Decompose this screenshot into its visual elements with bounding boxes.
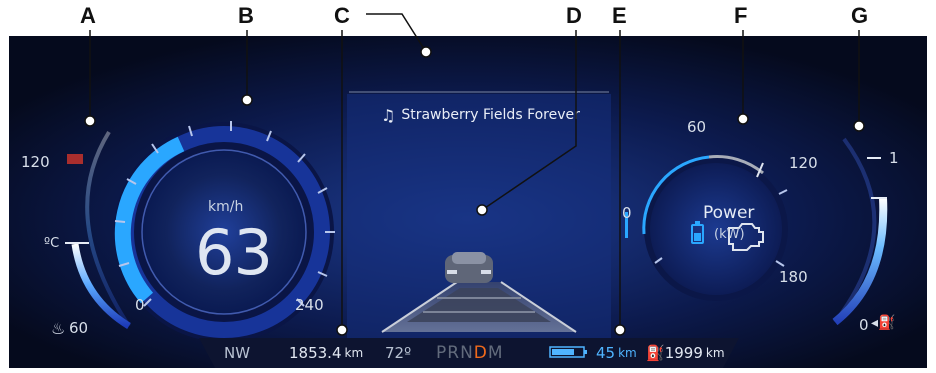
callout-letter-e: E [612,3,627,28]
odometer-value: 1853.4 [289,344,342,362]
temperature-min-label: 60 [69,319,89,337]
fuel-range-icon: ⛽ [646,344,665,362]
power-unit: (kW) [714,227,745,242]
gear-r: R [447,343,461,363]
ev-range-value: 45 [596,344,616,362]
gear-d-active: D [473,343,488,363]
speed-unit-label: km/h [208,199,244,215]
odometer-unit: km [344,346,364,360]
callout-letter-b: B [238,3,254,28]
speed-value: 63 [195,216,273,289]
cluster-graphics [9,36,927,368]
power-tick-180: 180 [779,268,808,286]
temperature-max-label: 120 [21,153,50,171]
ev-range: 45 km [596,340,637,366]
callout-letter-g: G [851,3,869,28]
gear-p: P [436,343,448,363]
now-playing: ♫ Strawberry Fields Forever [381,105,580,125]
speed-min-label: 0 [135,296,145,314]
ev-range-unit: km [618,346,637,360]
callout-letter-a: A [80,3,96,28]
fuel-pump-icon: ◂⛽ [871,315,896,331]
music-note-icon: ♫ [381,105,396,125]
odometer: 1853.4 km [289,340,363,366]
power-tick-120: 120 [789,154,818,172]
fuel-range-unit: km [705,346,725,360]
callout-letter-f: F [734,3,748,28]
fuel-range-value: 1999 [664,344,703,362]
fuel-full-label: 1 [889,149,899,167]
gear-m: M [487,343,504,363]
instrument-cluster: ♫ Strawberry Fields Forever 120 ºC ♨ 60 … [9,36,927,368]
temperature-unit-label: ºC [44,236,60,251]
callout-letter-c: C [334,3,350,28]
fuel-range: ⛽ 1999 km [646,340,725,366]
compass-heading: NW [224,344,251,362]
gear-n: N [460,343,474,363]
coolant-temperature-icon: ♨ [51,319,66,338]
power-tick-0: 0 [622,204,632,222]
speed-max-label: 240 [295,296,324,314]
power-tick-60: 60 [687,118,707,136]
callout-letter-d: D [566,3,582,28]
power-title: Power [703,203,755,223]
gear-selector: P R N D M [436,340,504,366]
fuel-empty-label: 0 [859,316,869,334]
song-title: Strawberry Fields Forever [401,107,580,123]
outside-temperature: 72º [385,344,412,362]
callout-letters: A B C D E F G [0,0,936,34]
